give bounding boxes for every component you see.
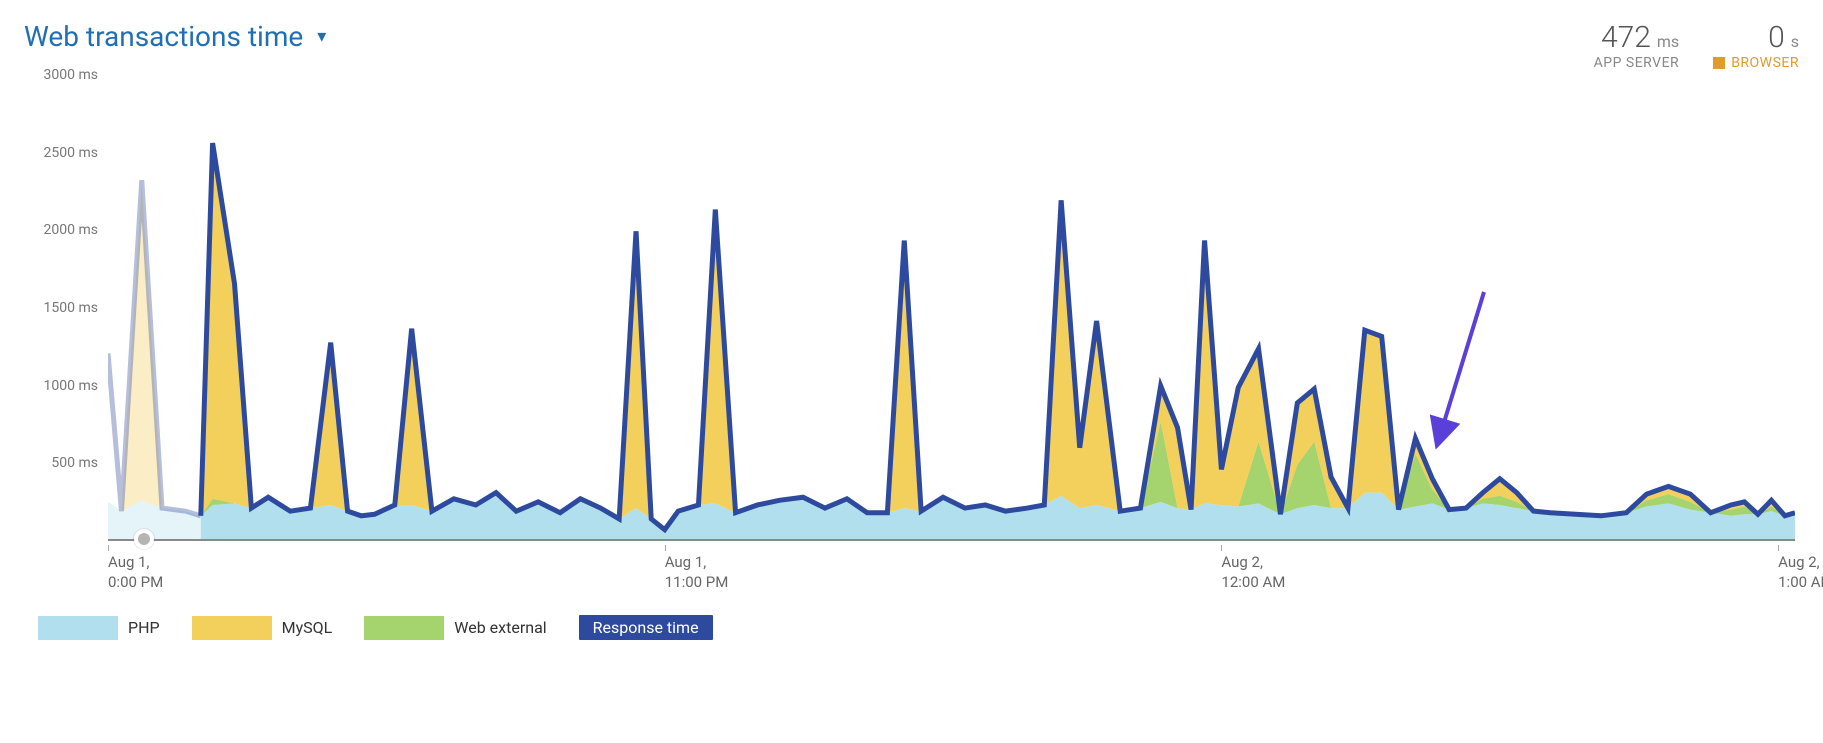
y-tick-label: 1000 ms [44,378,98,394]
metric-app-server-label: APP SERVER [1594,55,1680,71]
summary-metrics: 472 ms APP SERVER 0 s BROWSER [1594,20,1799,71]
legend-label-php: PHP [118,618,170,637]
y-tick-label: 2000 ms [44,222,98,238]
chart-svg [108,75,1795,539]
chevron-down-icon: ▾ [317,26,326,47]
x-tick-label: Aug 1,0:00 PM [108,553,268,592]
chart[interactable]: 500 ms1000 ms1500 ms2000 ms2500 ms3000 m… [24,75,1799,605]
metric-app-server-unit: ms [1657,32,1679,51]
x-tick-label: Aug 2,12:00 AM [1221,553,1381,592]
legend-swatch-mysql [192,616,272,640]
metric-browser-value: 0 [1768,20,1785,55]
browser-swatch-icon [1713,57,1725,69]
metric-browser: 0 s BROWSER [1713,20,1799,71]
metric-browser-label: BROWSER [1731,55,1799,71]
x-tick-label: Aug 2,1:00 AM [1778,553,1823,592]
plot-area[interactable] [108,75,1795,541]
legend-label-response-time: Response time [579,615,713,640]
y-tick-label: 500 ms [51,455,98,471]
metric-browser-unit: s [1791,32,1799,51]
y-tick-label: 3000 ms [44,67,98,83]
y-tick-label: 1500 ms [44,300,98,316]
y-axis-labels: 500 ms1000 ms1500 ms2000 ms2500 ms3000 m… [24,75,102,541]
legend-swatch-php [38,616,118,640]
legend-item-web-external[interactable]: Web external [364,615,556,640]
y-tick-label: 2500 ms [44,145,98,161]
legend-swatch-web-external [364,616,444,640]
metric-app-server: 472 ms APP SERVER [1594,20,1680,71]
chart-title-dropdown[interactable]: Web transactions time ▾ [24,20,326,53]
time-scrubber-handle[interactable] [134,529,154,549]
legend-item-php[interactable]: PHP [38,615,170,640]
chart-title: Web transactions time [24,20,303,53]
x-tick-label: Aug 1,11:00 PM [665,553,825,592]
legend: PHP MySQL Web external Response time [38,615,1799,640]
x-axis-labels: Aug 1,0:00 PM Aug 1,11:00 PM Aug 2,12:00 A… [108,551,1795,605]
legend-label-web-external: Web external [444,618,556,637]
legend-item-mysql[interactable]: MySQL [192,615,343,640]
legend-label-mysql: MySQL [272,618,343,637]
metric-app-server-value: 472 [1601,20,1651,55]
legend-item-response-time[interactable]: Response time [579,615,713,640]
